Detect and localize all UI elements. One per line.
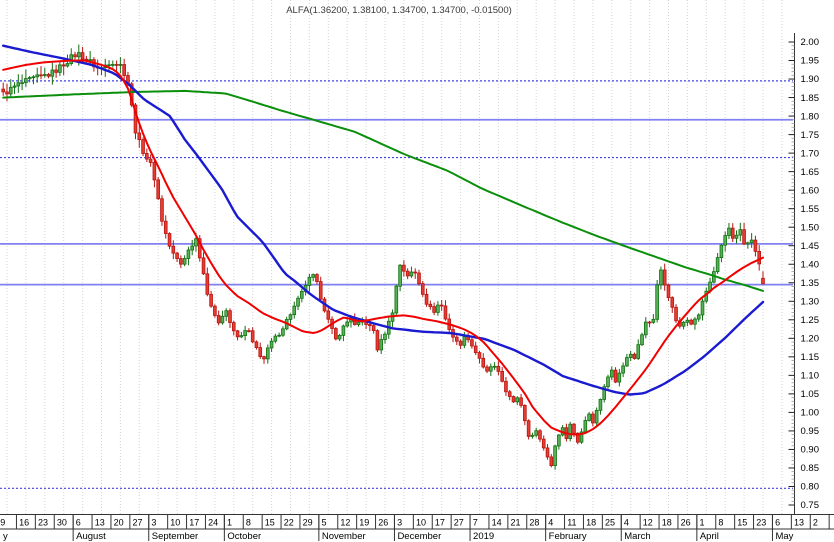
svg-text:1.55: 1.55 (801, 204, 820, 215)
svg-text:16: 16 (19, 518, 29, 528)
svg-text:4: 4 (548, 518, 553, 528)
svg-text:2: 2 (813, 518, 818, 528)
svg-text:19: 19 (359, 518, 369, 528)
svg-text:9: 9 (0, 518, 5, 528)
svg-text:October: October (227, 531, 261, 542)
svg-text:1.15: 1.15 (801, 352, 820, 363)
x-axis[interactable]: 9 16 23 30 6 13 20 27 3 10 17 24 1 8 15 22 29 5 12 19 26 3 10 1… (0, 514, 834, 542)
svg-text:1.60: 1.60 (801, 185, 820, 196)
svg-text:20: 20 (114, 518, 124, 528)
svg-text:25: 25 (605, 518, 615, 528)
svg-text:5: 5 (322, 518, 327, 528)
svg-text:18: 18 (662, 518, 672, 528)
svg-text:27: 27 (133, 518, 143, 528)
svg-text:1.80: 1.80 (801, 111, 820, 122)
svg-text:1.70: 1.70 (801, 148, 820, 159)
svg-text:10: 10 (416, 518, 426, 528)
svg-text:1.20: 1.20 (801, 334, 820, 345)
svg-text:0.75: 0.75 (801, 500, 820, 511)
svg-text:May: May (775, 531, 793, 542)
svg-text:1.85: 1.85 (801, 93, 820, 104)
svg-text:August: August (76, 531, 106, 542)
svg-text:24: 24 (208, 518, 218, 528)
svg-text:1.10: 1.10 (801, 371, 820, 382)
svg-text:28: 28 (529, 518, 539, 528)
y-axis[interactable]: 2.00 1.95 1.90 1.85 1.80 1.75 1.70 1.65 1.60 1.55… (788, 33, 820, 514)
svg-text:2019: 2019 (473, 531, 494, 542)
svg-text:15: 15 (265, 518, 275, 528)
svg-text:18: 18 (586, 518, 596, 528)
svg-text:0.90: 0.90 (801, 445, 820, 456)
svg-text:6: 6 (76, 518, 81, 528)
chart-title: ALFA(1.36200, 1.38100, 1.34700, 1.34700,… (286, 5, 512, 16)
svg-text:13: 13 (95, 518, 105, 528)
svg-text:March: March (624, 531, 650, 542)
svg-text:1.90: 1.90 (801, 74, 820, 85)
moving-averages-layer (2, 44, 765, 436)
svg-text:1.50: 1.50 (801, 222, 820, 233)
price-chart-canvas[interactable]: 2.00 1.95 1.90 1.85 1.80 1.75 1.70 1.65 1.60 1.55… (0, 0, 834, 542)
svg-text:15: 15 (737, 518, 747, 528)
svg-text:13: 13 (794, 518, 804, 528)
svg-text:7: 7 (473, 518, 478, 528)
svg-text:0.85: 0.85 (801, 463, 820, 474)
svg-text:November: November (322, 531, 366, 542)
svg-text:8: 8 (718, 518, 723, 528)
svg-text:23: 23 (756, 518, 766, 528)
svg-text:12: 12 (643, 518, 653, 528)
svg-text:0.95: 0.95 (801, 426, 820, 437)
svg-text:1.25: 1.25 (801, 315, 820, 326)
svg-text:1.95: 1.95 (801, 56, 820, 67)
svg-text:February: February (549, 531, 587, 542)
svg-text:21: 21 (511, 518, 521, 528)
svg-text:1.00: 1.00 (801, 408, 820, 419)
svg-text:11: 11 (567, 518, 576, 528)
gridlines-layer (6, 0, 783, 514)
svg-text:29: 29 (303, 518, 313, 528)
chart-window: 2.00 1.95 1.90 1.85 1.80 1.75 1.70 1.65 1.60 1.55… (0, 0, 834, 542)
svg-text:22: 22 (284, 518, 294, 528)
svg-text:1.45: 1.45 (801, 241, 820, 252)
svg-text:1: 1 (700, 518, 705, 528)
svg-text:8: 8 (246, 518, 251, 528)
svg-text:30: 30 (57, 518, 67, 528)
svg-text:17: 17 (189, 518, 199, 528)
svg-text:1: 1 (227, 518, 232, 528)
svg-text:3: 3 (397, 518, 402, 528)
svg-text:1.40: 1.40 (801, 259, 820, 270)
svg-text:December: December (397, 531, 441, 542)
svg-text:26: 26 (378, 518, 388, 528)
svg-text:4: 4 (624, 518, 629, 528)
svg-text:1.30: 1.30 (801, 296, 820, 307)
svg-text:y: y (3, 531, 8, 542)
svg-text:April: April (700, 531, 719, 542)
svg-text:10: 10 (170, 518, 180, 528)
svg-text:1.35: 1.35 (801, 278, 820, 289)
svg-text:12: 12 (340, 518, 350, 528)
svg-text:14: 14 (492, 518, 502, 528)
svg-text:0.80: 0.80 (801, 482, 820, 493)
svg-text:1.65: 1.65 (801, 167, 820, 178)
svg-text:27: 27 (454, 518, 464, 528)
svg-text:26: 26 (681, 518, 691, 528)
svg-text:3: 3 (151, 518, 156, 528)
svg-text:September: September (152, 531, 198, 542)
svg-text:23: 23 (38, 518, 48, 528)
svg-text:1.05: 1.05 (801, 389, 820, 400)
svg-text:17: 17 (435, 518, 445, 528)
svg-text:1.75: 1.75 (801, 130, 820, 141)
svg-text:2.00: 2.00 (801, 37, 820, 48)
svg-text:6: 6 (775, 518, 780, 528)
